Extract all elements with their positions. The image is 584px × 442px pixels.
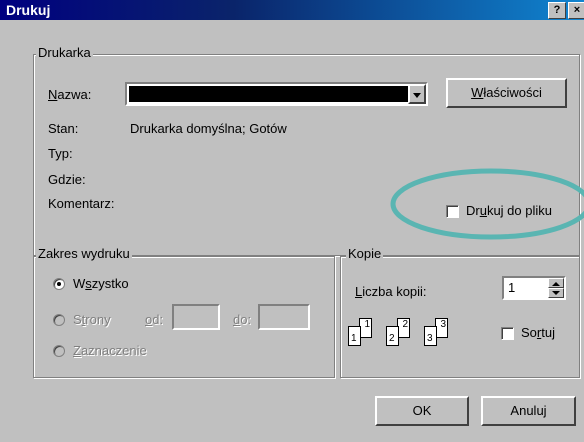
ok-button[interactable]: OK [375, 396, 469, 426]
printer-group-label: Drukarka [36, 45, 93, 60]
printer-name-select[interactable] [125, 82, 428, 106]
printer-name-label: Nazwa: [48, 87, 92, 102]
print-to-file-checkbox[interactable] [446, 205, 459, 218]
selection-label[interactable]: Zaznaczenie [73, 343, 147, 358]
selection-radio[interactable] [53, 345, 65, 357]
cancel-button[interactable]: Anuluj [481, 396, 576, 426]
chevron-down-icon[interactable] [408, 84, 426, 104]
pages-radio[interactable] [53, 314, 65, 326]
copies-group-label: Kopie [346, 246, 384, 261]
where-label: Gdzie: [48, 172, 86, 187]
help-button[interactable]: ? [548, 2, 566, 19]
copy-count-value: 1 [508, 280, 516, 295]
copies-group [340, 256, 580, 378]
all-radio[interactable] [53, 278, 65, 290]
comment-label: Komentarz: [48, 196, 115, 211]
pages-label[interactable]: Strony [73, 312, 111, 327]
copy-count-spinner[interactable]: 1 [502, 276, 566, 300]
to-input[interactable] [258, 304, 310, 330]
collate-checkbox[interactable] [501, 327, 514, 340]
from-input[interactable] [172, 304, 220, 330]
print-to-file-label[interactable]: Drukuj do pliku [466, 203, 552, 218]
title-bar [0, 0, 584, 20]
collate-page-front: 2 [386, 326, 399, 346]
from-label: od: [145, 312, 164, 327]
status-label: Stan: [48, 121, 79, 136]
to-label: do: [233, 312, 252, 327]
close-button[interactable]: × [568, 2, 584, 19]
spin-up-icon[interactable] [548, 278, 564, 288]
type-label: Typ: [48, 146, 73, 161]
properties-button[interactable]: Właściwości [446, 78, 567, 108]
spin-down-icon[interactable] [548, 288, 564, 298]
collate-page-front: 3 [424, 326, 437, 346]
dialog-title: Drukuj [6, 2, 51, 18]
collate-page-front: 1 [348, 326, 361, 346]
status-value: Drukarka domyślna; Gotów [130, 121, 287, 136]
copy-count-label: Liczba kopii: [355, 284, 427, 299]
all-label[interactable]: Wszystko [73, 276, 129, 291]
printer-name-value [129, 86, 408, 102]
collate-label[interactable]: Sortuj [521, 325, 555, 340]
print-range-label: Zakres wydruku [36, 246, 132, 261]
